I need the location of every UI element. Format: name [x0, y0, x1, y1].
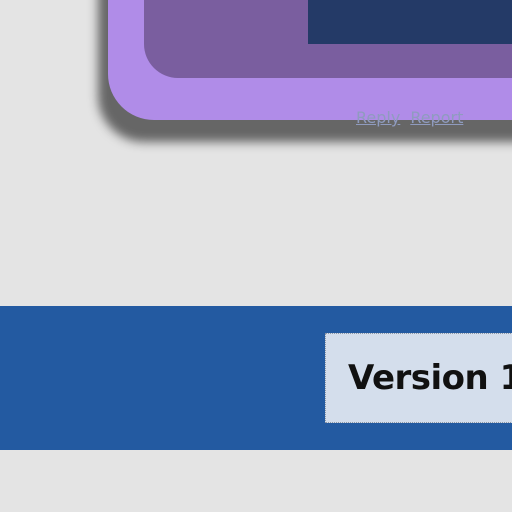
comment-footer: Reply Report: [308, 0, 512, 126]
version-box: Version 1: [325, 333, 512, 423]
report-link[interactable]: Report: [410, 110, 463, 126]
reply-link[interactable]: Reply: [356, 110, 400, 126]
page: Reply Report Version 1: [0, 0, 512, 512]
version-banner: Version 1: [0, 306, 512, 450]
version-label: Version 1: [348, 358, 512, 398]
comment-card-inner: Reply Report: [144, 0, 512, 126]
comment-card: Reply Report: [108, 0, 512, 126]
comment-actions: Reply Report: [356, 110, 463, 126]
